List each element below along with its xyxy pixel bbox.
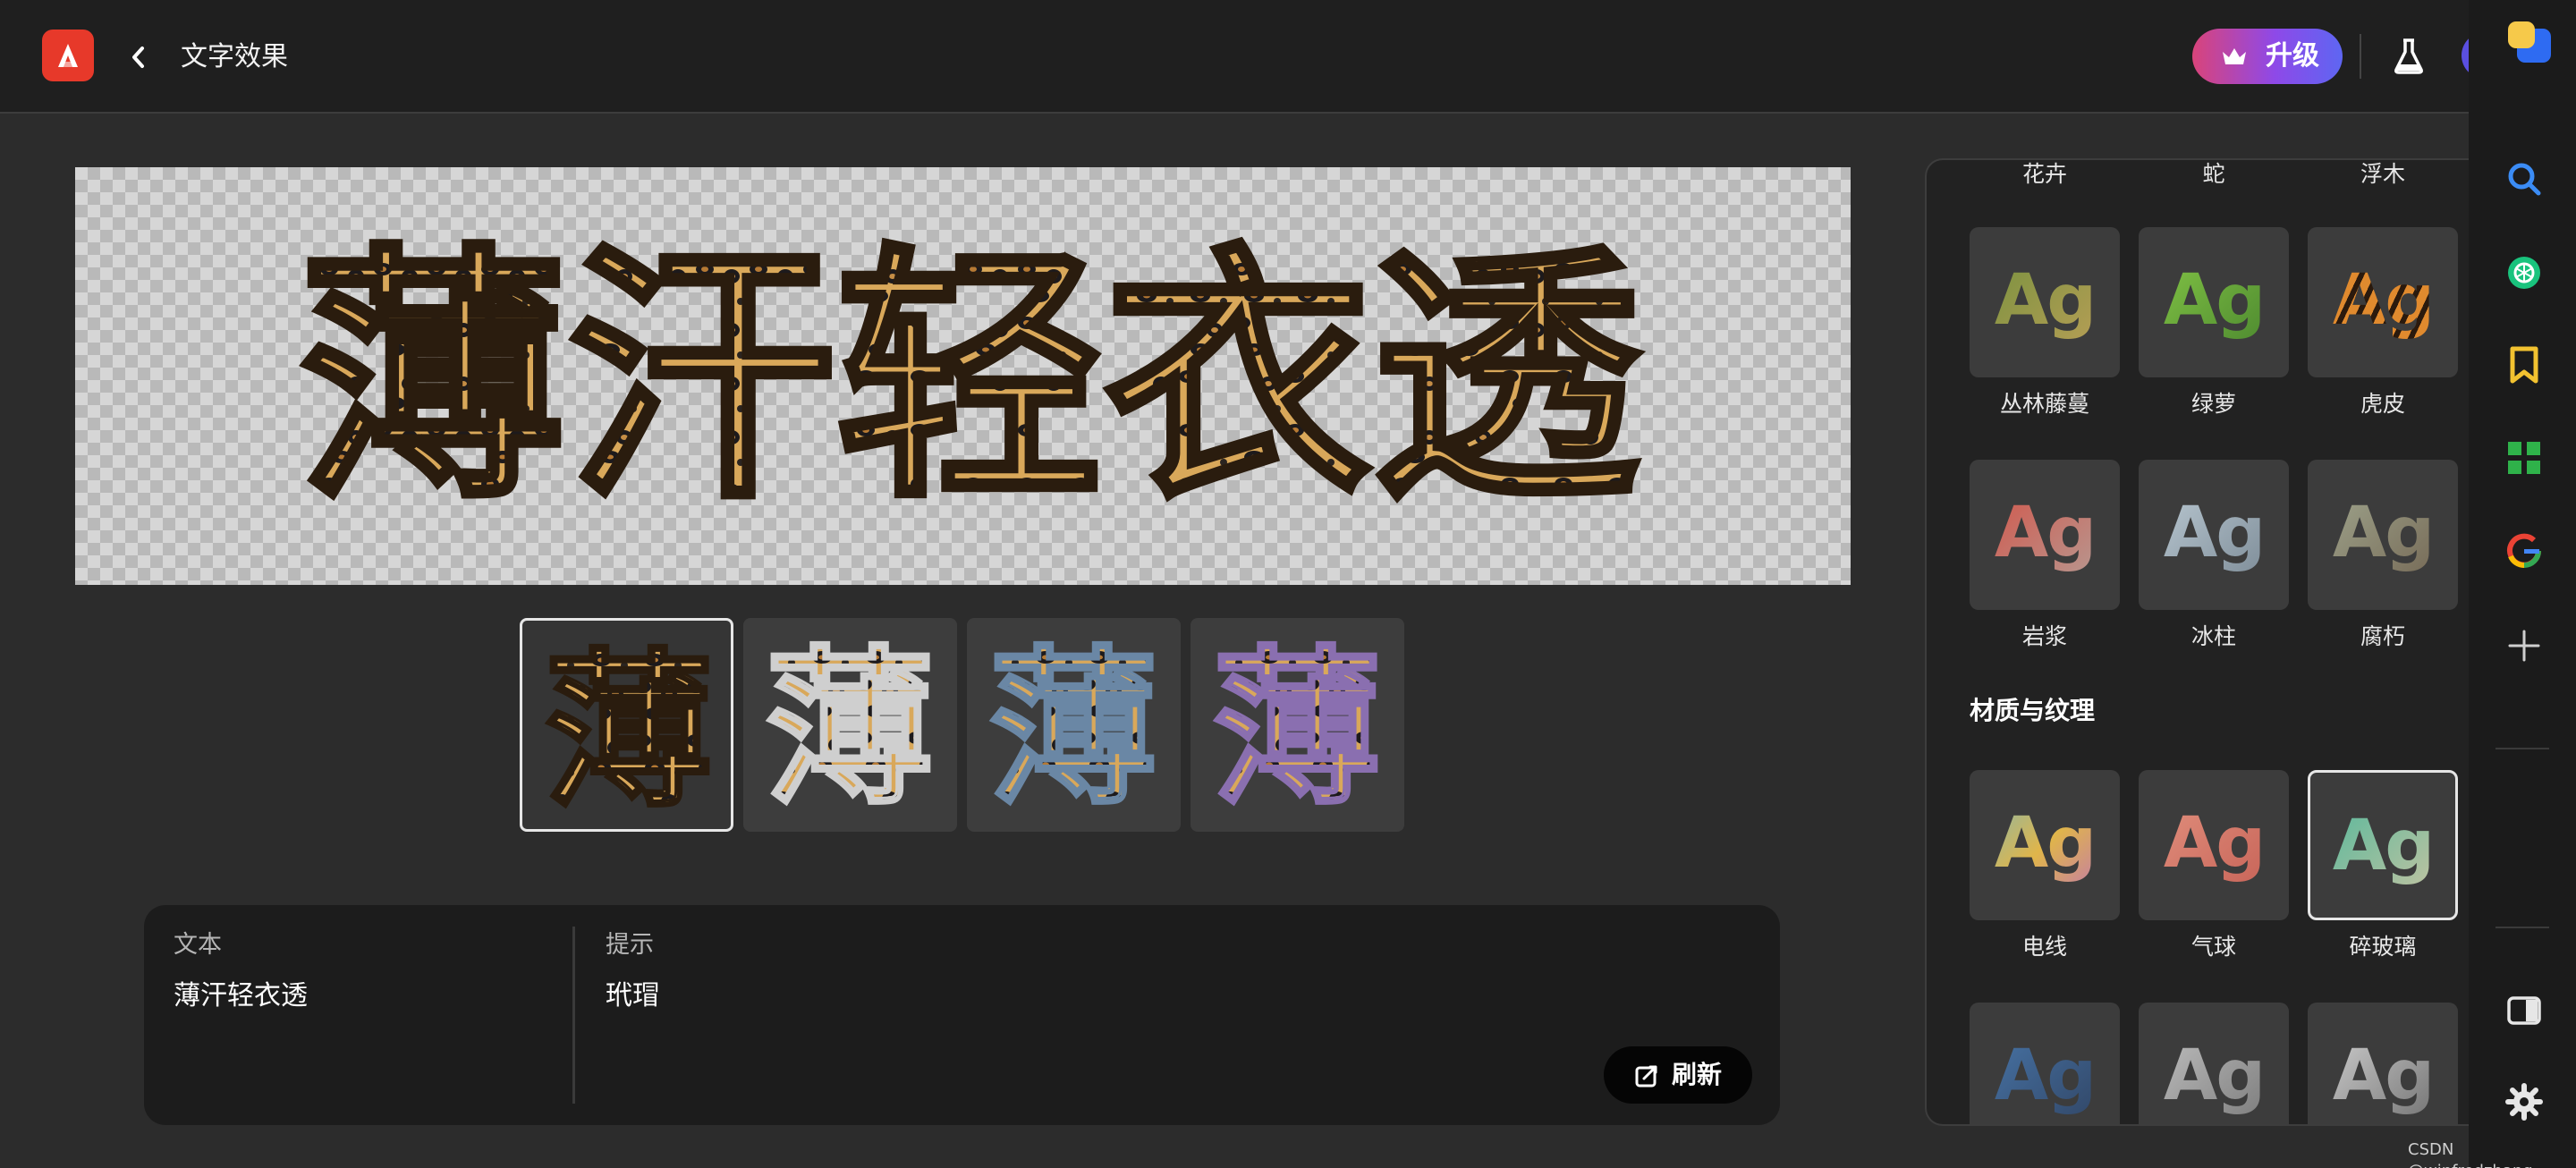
effect-preview: Ag xyxy=(2308,1003,2458,1124)
effect-preview: Ag xyxy=(1970,770,2120,920)
effect-label: 腐朽 xyxy=(2360,623,2405,649)
effect-tile[interactable]: Ag xyxy=(1970,1003,2120,1124)
effect-tile-wire[interactable]: Ag xyxy=(1970,770,2120,920)
effect-label: 丛林藤蔓 xyxy=(1999,391,2089,417)
variation-thumb-4[interactable]: 薄 xyxy=(1191,618,1404,832)
effect-preview: Ag xyxy=(2139,770,2289,920)
effect-label: 岩浆 xyxy=(2021,623,2067,649)
effect-preview: Ag xyxy=(1970,1003,2120,1124)
effect-tile-shattered-glass[interactable]: Ag xyxy=(2308,770,2458,920)
text-effect-render: 薄汗轻衣透 xyxy=(296,216,1648,537)
right-rail xyxy=(2469,0,2576,1168)
bookmark-icon[interactable] xyxy=(2504,345,2544,388)
effects-panel: 花卉 蛇 浮木 Ag Ag Ag 丛林藤蔓 绿萝 虎皮 Ag Ag Ag 岩浆 … xyxy=(1925,158,2469,1126)
google-icon[interactable] xyxy=(2504,531,2544,574)
effect-tile[interactable]: Ag xyxy=(2139,1003,2289,1124)
upgrade-button[interactable]: 升级 xyxy=(2192,29,2343,84)
effect-label: 气球 xyxy=(2190,934,2236,960)
chatgpt-icon[interactable] xyxy=(2504,253,2544,296)
rail-divider xyxy=(2496,927,2549,928)
page-title: 文字效果 xyxy=(181,41,288,72)
prompt-panel: 文本 薄汗轻衣透 提示 玳瑁 刷新 xyxy=(144,905,1780,1125)
variation-glyph: 薄 xyxy=(1212,629,1382,828)
grid-apps-icon[interactable] xyxy=(2504,438,2544,481)
effect-preview: Ag xyxy=(2310,773,2455,918)
effect-label: 蛇 xyxy=(2202,161,2225,187)
variation-thumb-1[interactable]: 薄 xyxy=(520,618,733,832)
variation-thumb-3[interactable]: 薄 xyxy=(967,618,1181,832)
flask-icon[interactable] xyxy=(2393,38,2425,79)
watermark: CSDN @winfredzhang xyxy=(2408,1140,2533,1168)
plus-icon[interactable] xyxy=(2504,626,2544,669)
variation-thumb-2[interactable]: 薄 xyxy=(743,618,957,832)
variation-glyph: 薄 xyxy=(765,629,935,828)
effect-preview: Ag xyxy=(2308,460,2458,610)
text-effect-canvas[interactable]: 薄汗轻衣透 xyxy=(75,167,1851,585)
effect-tile-tiger-skin[interactable]: Ag xyxy=(2308,227,2458,377)
top-bar: 文字效果 升级 xyxy=(0,0,2497,114)
toolbar-divider xyxy=(2360,34,2361,79)
effect-label: 冰柱 xyxy=(2190,623,2236,649)
hint-field-label: 提示 xyxy=(606,931,654,959)
effect-preview: Ag xyxy=(2139,227,2289,377)
effect-label: 花卉 xyxy=(2021,161,2067,187)
rail-divider xyxy=(2496,748,2549,749)
refresh-label: 刷新 xyxy=(1672,1060,1723,1089)
variation-glyph: 薄 xyxy=(544,631,714,831)
chevron-left-icon[interactable] xyxy=(125,39,152,75)
effect-tile[interactable]: Ag xyxy=(2308,1003,2458,1124)
avatar-icon[interactable] xyxy=(2504,20,2555,73)
effect-label: 电线 xyxy=(2021,934,2067,960)
effect-preview: Ag xyxy=(2139,1003,2289,1124)
effect-label: 碎玻璃 xyxy=(2349,934,2417,960)
sidebar-toggle-icon[interactable] xyxy=(2504,991,2544,1034)
text-field[interactable]: 薄汗轻衣透 xyxy=(174,978,308,1014)
effect-tile-icicle[interactable]: Ag xyxy=(2139,460,2289,610)
adobe-express-logo[interactable] xyxy=(42,30,94,81)
refresh-icon xyxy=(1635,1065,1657,1088)
effect-label: 浮木 xyxy=(2360,161,2405,187)
effect-label: 虎皮 xyxy=(2360,391,2405,417)
effect-tile-pothos[interactable]: Ag xyxy=(2139,227,2289,377)
effect-preview: Ag xyxy=(2139,460,2289,610)
text-field-label: 文本 xyxy=(174,931,222,959)
effect-tile-lava[interactable]: Ag xyxy=(1970,460,2120,610)
effect-tile-balloon[interactable]: Ag xyxy=(2139,770,2289,920)
variation-glyph: 薄 xyxy=(988,629,1158,828)
effect-preview: Ag xyxy=(1970,227,2120,377)
effect-preview: Ag xyxy=(1970,460,2120,610)
effect-tile-jungle-vines[interactable]: Ag xyxy=(1970,227,2120,377)
effect-label: 绿萝 xyxy=(2190,391,2236,417)
upgrade-label: 升级 xyxy=(2266,40,2319,72)
search-icon[interactable] xyxy=(2504,159,2544,202)
section-title-materials: 材质与纹理 xyxy=(1970,696,2096,725)
refresh-button[interactable]: 刷新 xyxy=(1604,1046,1752,1104)
effect-text: 薄汗轻衣透 xyxy=(299,219,1645,535)
hint-field[interactable]: 玳瑁 xyxy=(606,978,659,1014)
settings-icon[interactable] xyxy=(2504,1082,2544,1125)
prompt-divider xyxy=(572,927,575,1104)
crown-icon xyxy=(2223,48,2246,64)
effect-preview: Ag xyxy=(2308,227,2458,377)
effect-tile-decay[interactable]: Ag xyxy=(2308,460,2458,610)
